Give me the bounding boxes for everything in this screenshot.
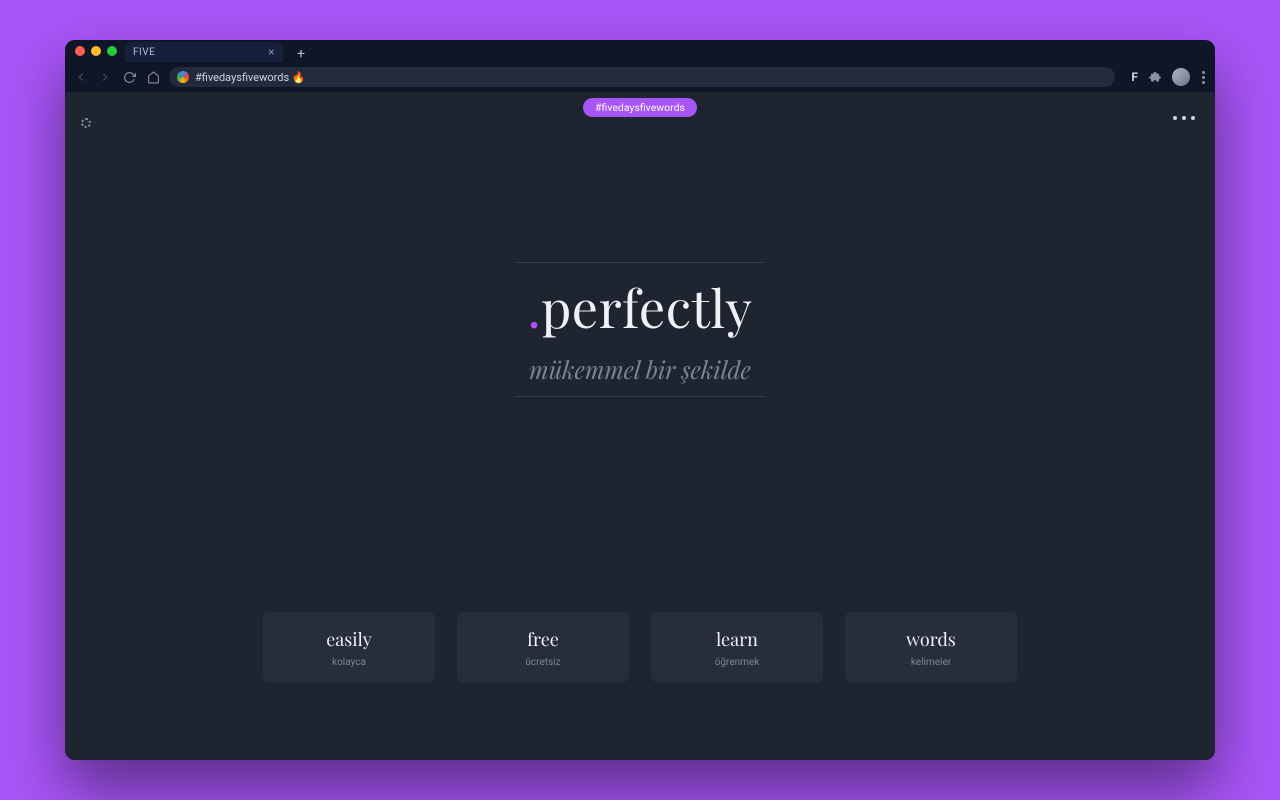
maximize-window-button[interactable] (107, 46, 117, 56)
word-text: perfectly (541, 273, 752, 342)
hashtag-chip[interactable]: #fivedaysfivewords (583, 98, 697, 117)
reload-button[interactable] (121, 69, 137, 85)
page-content: #fivedaysfivewords .perfectly mükemmel b… (65, 92, 1215, 760)
word-card-tr: kelimeler (911, 657, 951, 668)
word-card[interactable]: learn öğrenmek (651, 612, 823, 682)
titlebar: FIVE × + (65, 40, 1215, 62)
word-card-tr: ücretsiz (525, 657, 560, 668)
extensions-icon[interactable] (1148, 70, 1162, 84)
close-tab-icon[interactable]: × (268, 46, 275, 58)
divider (515, 262, 765, 263)
word-cards-row: easily kolayca free ücretsiz learn öğren… (65, 612, 1215, 760)
profile-avatar[interactable] (1172, 68, 1190, 86)
word-card[interactable]: free ücretsiz (457, 612, 629, 682)
current-word: .perfectly (527, 273, 752, 342)
forward-button[interactable] (97, 69, 113, 85)
new-tab-button[interactable]: + (293, 46, 309, 62)
word-card-tr: öğrenmek (715, 657, 760, 668)
extension-f-button[interactable]: F (1131, 70, 1138, 84)
browser-tab[interactable]: FIVE × (125, 42, 283, 62)
dot-accent-icon: . (527, 273, 541, 342)
word-card-en: words (906, 627, 956, 651)
page-header: #fivedaysfivewords (65, 92, 1215, 122)
word-card-en: free (527, 627, 559, 651)
home-button[interactable] (145, 69, 161, 85)
address-bar[interactable]: #fivedaysfivewords 🔥 (169, 67, 1115, 87)
divider (515, 396, 765, 397)
browser-window: FIVE × + #fivedaysfivewords 🔥 F (65, 40, 1215, 760)
tab-title: FIVE (133, 47, 155, 58)
tab-strip: FIVE × + (125, 40, 309, 62)
toolbar-right: F (1131, 68, 1207, 86)
word-card[interactable]: words kelimeler (845, 612, 1017, 682)
window-controls (65, 46, 117, 56)
browser-toolbar: #fivedaysfivewords 🔥 F (65, 62, 1215, 92)
word-card[interactable]: easily kolayca (263, 612, 435, 682)
word-card-tr: kolayca (332, 657, 366, 668)
word-card-en: learn (716, 627, 758, 651)
hero-area: .perfectly mükemmel bir şekilde (65, 122, 1215, 612)
back-button[interactable] (73, 69, 89, 85)
close-window-button[interactable] (75, 46, 85, 56)
current-translation: mükemmel bir şekilde (529, 354, 751, 386)
url-text: #fivedaysfivewords 🔥 (195, 71, 306, 84)
browser-menu-icon[interactable] (1200, 69, 1207, 86)
minimize-window-button[interactable] (91, 46, 101, 56)
site-favicon-icon (177, 71, 189, 83)
word-card-en: easily (326, 627, 372, 651)
